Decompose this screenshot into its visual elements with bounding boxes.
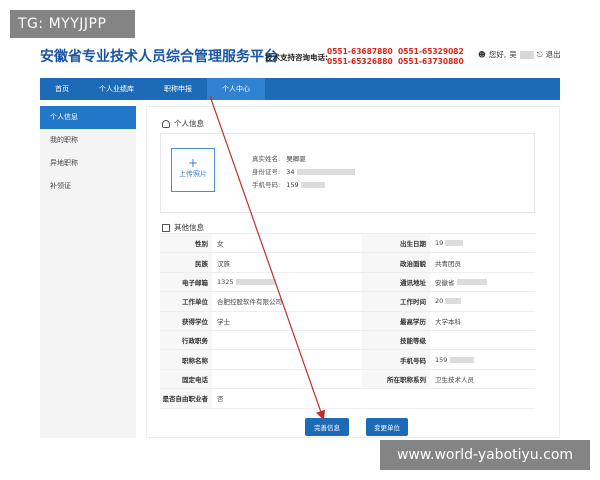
red-arrow-annotation bbox=[209, 95, 326, 421]
watermark: www.world-yabotiyu.com bbox=[380, 440, 590, 470]
arrow-line bbox=[209, 95, 326, 421]
